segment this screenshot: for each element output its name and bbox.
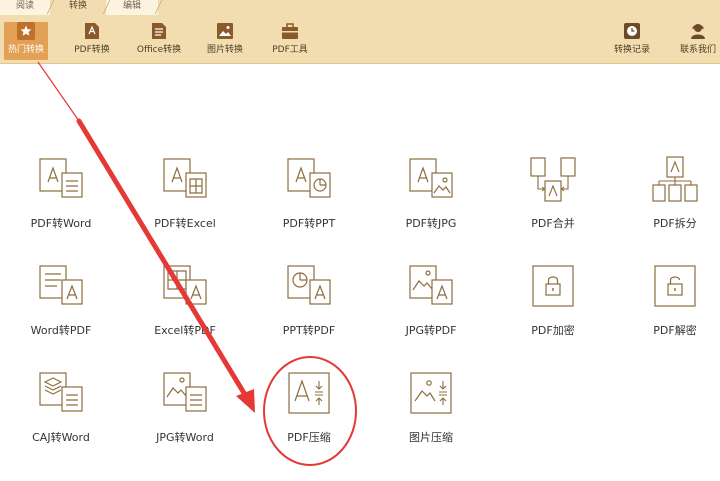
tool-conversion-history[interactable]: 转换记录 (608, 22, 656, 60)
ribbon-tabs: 阅读 转换 编辑 (0, 0, 720, 15)
tool-office-convert[interactable]: Office转换 (133, 22, 185, 60)
tool-pdf-convert[interactable]: PDF转换 (70, 22, 114, 60)
clock-history-icon (623, 22, 641, 40)
star-icon (17, 22, 35, 40)
toolbox-icon (281, 22, 299, 40)
converter-label: PDF合并 (531, 217, 575, 230)
converter-pdf-merge[interactable]: PDF合并 (498, 155, 608, 231)
converter-label: JPG转PDF (405, 324, 457, 337)
converter-caj-to-word[interactable]: CAJ转Word (6, 369, 116, 445)
tool-label: 转换记录 (613, 45, 650, 55)
pdf-to-excel-icon (163, 158, 207, 198)
converter-label: PDF转JPG (405, 217, 457, 230)
converter-label: PPT转PDF (282, 324, 336, 337)
converter-word-to-pdf[interactable]: Word转PDF (6, 262, 116, 338)
converter-jpg-to-word[interactable]: JPG转Word (130, 369, 240, 445)
converter-pdf-split[interactable]: PDF拆分 (620, 155, 720, 231)
ppt-to-pdf-icon (287, 265, 331, 305)
converter-pdf-encrypt[interactable]: PDF加密 (498, 262, 608, 338)
pdf-to-ppt-icon (287, 158, 331, 198)
converter-pdf-to-jpg[interactable]: PDF转JPG (376, 155, 486, 231)
converter-label: Excel转PDF (154, 324, 216, 337)
tool-label: 图片转换 (206, 45, 243, 55)
converter-ppt-to-pdf[interactable]: PPT转PDF (254, 262, 364, 338)
image-icon (216, 22, 234, 40)
converter-label: PDF转Word (30, 217, 92, 230)
pdf-to-word-icon (39, 158, 83, 198)
pdf-to-jpg-icon (409, 158, 453, 198)
tool-label: 热门转换 (7, 45, 44, 55)
jpg-to-pdf-icon (409, 265, 453, 305)
word-to-pdf-icon (39, 265, 83, 305)
converter-label: PDF加密 (531, 324, 575, 337)
converter-label: CAJ转Word (32, 431, 90, 444)
converter-pdf-to-ppt[interactable]: PDF转PPT (254, 155, 364, 231)
excel-to-pdf-icon (163, 265, 207, 305)
converter-label: JPG转Word (156, 431, 214, 444)
caj-to-word-icon (39, 372, 83, 412)
converter-pdf-to-word[interactable]: PDF转Word (6, 155, 116, 231)
converter-pdf-to-excel[interactable]: PDF转Excel (130, 155, 240, 231)
converter-pdf-compress[interactable]: PDF压缩 (254, 369, 364, 445)
unlock-icon (654, 265, 696, 307)
support-person-icon (689, 22, 707, 40)
tool-hot-conversions[interactable]: 热门转换 (4, 22, 48, 60)
tool-label: PDF工具 (272, 45, 308, 55)
pdf-compress-icon (288, 372, 330, 414)
converter-label: PDF解密 (653, 324, 697, 337)
tool-contact-us[interactable]: 联系我们 (676, 22, 720, 60)
tab-edit[interactable]: 编辑 (106, 0, 158, 15)
tool-image-convert[interactable]: 图片转换 (202, 22, 248, 60)
image-compress-icon (410, 372, 452, 414)
converter-pdf-decrypt[interactable]: PDF解密 (620, 262, 720, 338)
converter-label: Word转PDF (30, 324, 92, 337)
converter-label: PDF转PPT (282, 217, 336, 230)
annotation-thin-line (37, 61, 80, 122)
tab-convert[interactable]: 转换 (50, 0, 106, 15)
converter-label: 图片压缩 (409, 431, 453, 444)
converter-label: PDF拆分 (653, 217, 697, 230)
office-document-icon (150, 22, 168, 40)
tool-label: 联系我们 (679, 45, 716, 55)
converter-label: PDF压缩 (287, 431, 331, 444)
lock-icon (532, 265, 574, 307)
tab-read[interactable]: 阅读 (0, 0, 50, 15)
pdf-file-icon (83, 22, 101, 40)
ribbon-toolbar: 阅读 转换 编辑 热门转换 PDF转换 Office转换 图片转换 PDF工具 … (0, 0, 720, 64)
tool-pdf-tools[interactable]: PDF工具 (268, 22, 312, 60)
tool-label: PDF转换 (74, 45, 110, 55)
pdf-merge-icon (530, 157, 576, 202)
converter-label: PDF转Excel (154, 217, 216, 230)
pdf-split-icon (652, 156, 698, 202)
converter-image-compress[interactable]: 图片压缩 (376, 369, 486, 445)
tool-label: Office转换 (136, 45, 182, 55)
converter-jpg-to-pdf[interactable]: JPG转PDF (376, 262, 486, 338)
jpg-to-word-icon (163, 372, 207, 412)
converter-excel-to-pdf[interactable]: Excel转PDF (130, 262, 240, 338)
